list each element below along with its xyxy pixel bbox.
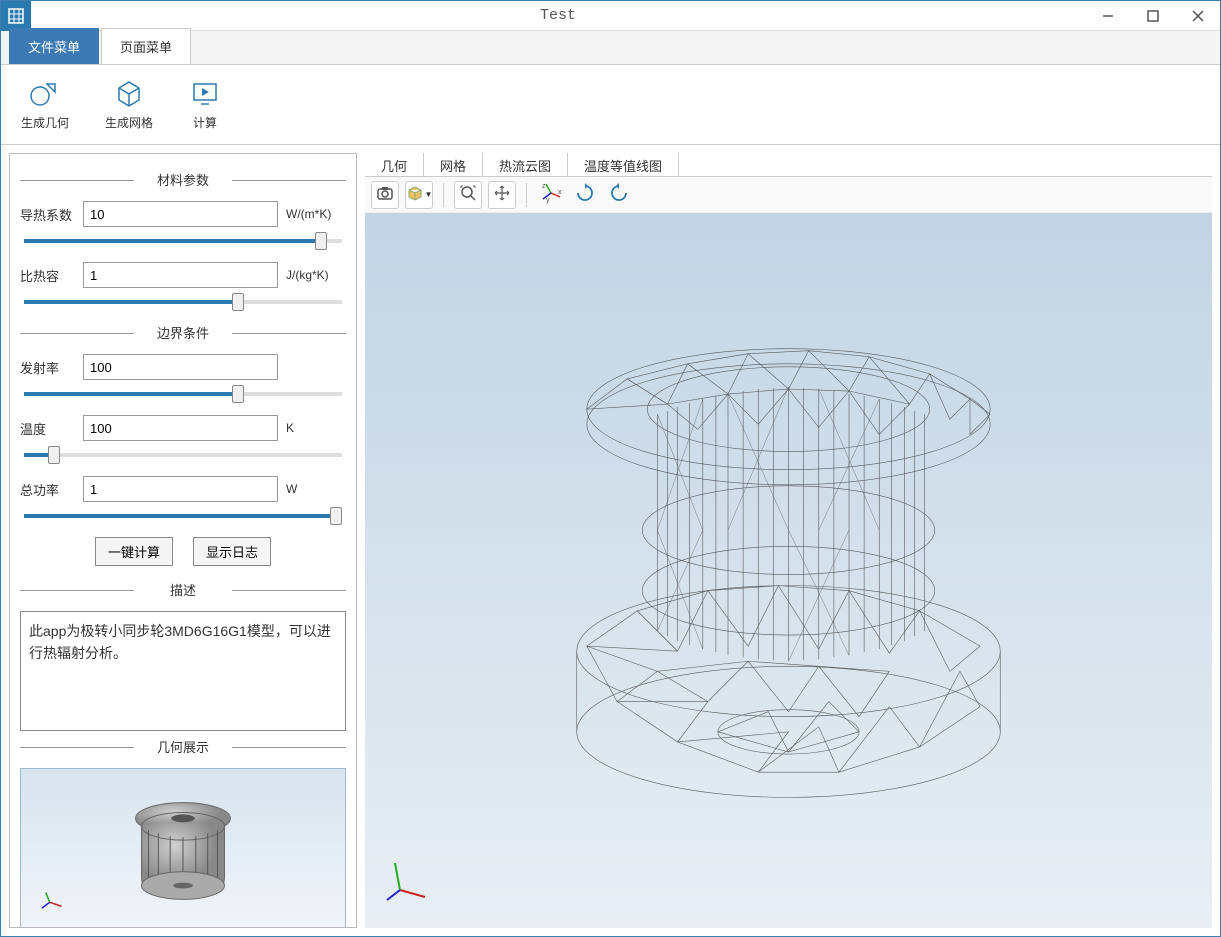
pan-icon: [493, 184, 511, 205]
gen-geometry-label: 生成几何: [21, 114, 69, 131]
titlebar: Test: [1, 1, 1220, 31]
svg-text:y: y: [546, 197, 550, 204]
description-text: 此app为极转小同步轮3MD6G16G1模型，可以进行热辐射分析。: [20, 611, 346, 731]
ribbon: 生成几何 生成网格 计算: [1, 65, 1220, 145]
thermal-conductivity-label: 导热系数: [20, 205, 75, 224]
total-power-slider[interactable]: [24, 514, 342, 518]
axis-gizmo: [385, 855, 435, 908]
window-title: Test: [31, 7, 1085, 24]
axis-indicator[interactable]: x zy: [537, 181, 565, 209]
emissivity-input[interactable]: [83, 354, 278, 380]
svg-text:z: z: [542, 183, 546, 190]
view-tab-mesh[interactable]: 网格: [424, 153, 483, 176]
3d-canvas[interactable]: [365, 213, 1212, 928]
gen-mesh-label: 生成网格: [105, 114, 153, 131]
boundary-section-title: 边界条件: [20, 323, 346, 342]
gen-mesh-button[interactable]: 生成网格: [97, 74, 161, 135]
emissivity-label: 发射率: [20, 358, 75, 377]
emissivity-slider[interactable]: [24, 392, 342, 396]
rotate-cw-icon: [609, 183, 629, 206]
rotate-ccw-button[interactable]: [571, 181, 599, 209]
total-power-label: 总功率: [20, 480, 75, 499]
tab-file-menu[interactable]: 文件菜单: [9, 28, 99, 64]
total-power-input[interactable]: [83, 476, 278, 502]
specific-heat-label: 比热容: [20, 266, 75, 285]
tab-page-menu[interactable]: 页面菜单: [101, 28, 191, 64]
compute-icon: [189, 78, 221, 110]
maximize-button[interactable]: [1130, 1, 1175, 31]
compute-label: 计算: [193, 114, 217, 131]
chevron-down-icon: ▼: [425, 190, 433, 199]
specific-heat-slider[interactable]: [24, 300, 342, 304]
app-icon: [1, 1, 31, 31]
show-log-button[interactable]: 显示日志: [193, 537, 271, 566]
view-tab-geometry[interactable]: 几何: [365, 153, 424, 176]
geometry-preview[interactable]: [20, 768, 346, 928]
view-tab-heat-contour[interactable]: 热流云图: [483, 153, 568, 176]
thermal-conductivity-input[interactable]: [83, 201, 278, 227]
camera-icon: [376, 184, 394, 205]
geometry-icon: [29, 78, 61, 110]
temperature-slider[interactable]: [24, 453, 342, 457]
thermal-conductivity-unit: W/(m*K): [286, 207, 346, 221]
specific-heat-input[interactable]: [83, 262, 278, 288]
specific-heat-unit: J/(kg*K): [286, 268, 346, 282]
pan-button[interactable]: [488, 181, 516, 209]
total-power-unit: W: [286, 482, 346, 496]
temperature-label: 温度: [20, 419, 75, 438]
mesh-icon: [113, 78, 145, 110]
axis-icon: x zy: [540, 182, 562, 207]
description-section-title: 描述: [20, 580, 346, 599]
viewport-tabs: 几何 网格 热流云图 温度等值线图: [365, 153, 1212, 177]
temperature-unit: K: [286, 421, 346, 435]
zoom-extents-button[interactable]: [454, 181, 482, 209]
cube-icon: [406, 184, 424, 205]
thermal-conductivity-slider[interactable]: [24, 239, 342, 243]
gen-geometry-button[interactable]: 生成几何: [13, 74, 77, 135]
sidebar: 材料参数 导热系数 W/(m*K) 比热容 J/(kg*K) 边界条件 发射率: [9, 153, 357, 928]
rotate-ccw-icon: [575, 183, 595, 206]
close-button[interactable]: [1175, 1, 1220, 31]
material-section-title: 材料参数: [20, 170, 346, 189]
viewport: 几何 网格 热流云图 温度等值线图 ▼ x zy: [365, 153, 1212, 928]
screenshot-button[interactable]: [371, 181, 399, 209]
main-tabbar: 文件菜单 页面菜单: [1, 31, 1220, 65]
geometry-section-title: 几何展示: [20, 737, 346, 756]
one-click-compute-button[interactable]: 一键计算: [95, 537, 173, 566]
temperature-input[interactable]: [83, 415, 278, 441]
view-mode-button[interactable]: ▼: [405, 181, 433, 209]
view-tab-temp-isoline[interactable]: 温度等值线图: [568, 153, 679, 176]
rotate-cw-button[interactable]: [605, 181, 633, 209]
zoom-icon: [459, 184, 477, 205]
compute-button[interactable]: 计算: [181, 74, 229, 135]
viewport-toolbar: ▼ x zy: [365, 177, 1212, 213]
svg-text:x: x: [558, 189, 562, 196]
minimize-button[interactable]: [1085, 1, 1130, 31]
